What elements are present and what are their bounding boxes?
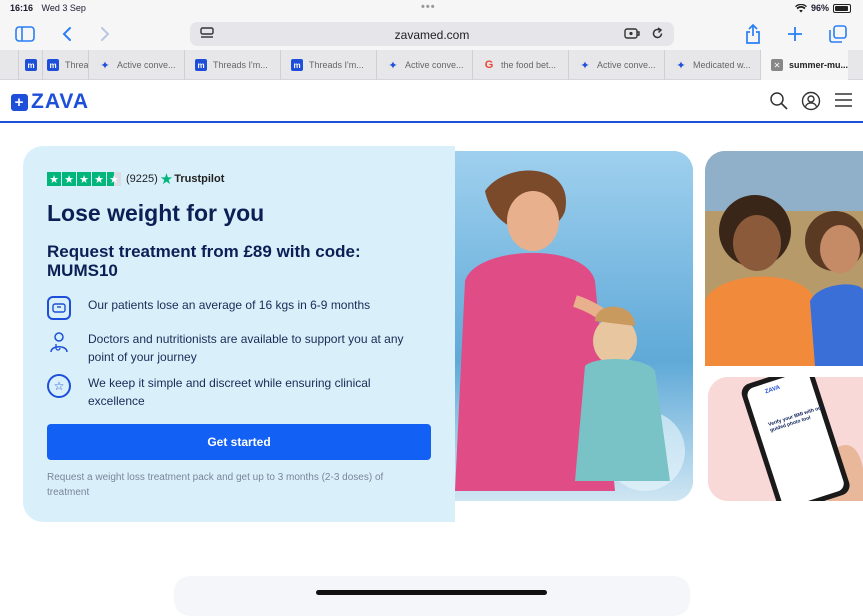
- tab-label: the food bet...: [501, 60, 557, 70]
- status-time-date: 16:16 Wed 3 Sep: [10, 3, 86, 13]
- wildbird-favicon-icon: ✦: [388, 59, 398, 72]
- close-tab-icon[interactable]: ✕: [771, 59, 783, 71]
- rating-half-star-icon: ★: [107, 172, 121, 186]
- tab-7[interactable]: ✦ Active conve...: [568, 50, 664, 80]
- menu-icon[interactable]: [834, 91, 853, 114]
- sidebar-icon[interactable]: [15, 24, 35, 44]
- reload-icon[interactable]: [651, 27, 664, 43]
- tab-label: summer-mu...: [789, 60, 848, 70]
- hero-photo-mother-child: [455, 151, 693, 501]
- cross-logo-icon: +: [11, 93, 28, 111]
- status-right: 96%: [794, 3, 851, 13]
- threads-favicon-icon: m: [195, 59, 207, 71]
- feature-text: Our patients lose an average of 16 kgs i…: [88, 298, 371, 312]
- hero-title: Lose weight for you: [47, 200, 265, 226]
- logo-text: ZAVA: [31, 90, 90, 113]
- extension-icon[interactable]: [624, 27, 640, 43]
- trustpilot-star-icon: ★: [159, 171, 174, 188]
- tab-0[interactable]: m: [18, 50, 42, 80]
- threads-favicon-icon: m: [291, 59, 303, 71]
- wildbird-favicon-icon: ✦: [580, 59, 590, 72]
- feature-text: We keep it simple and discreet while ens…: [88, 376, 371, 408]
- tab-5[interactable]: ✦ Active conve...: [376, 50, 472, 80]
- status-bar: 16:16 Wed 3 Sep ••• 96%: [0, 0, 863, 18]
- url-text: zavamed.com: [394, 28, 470, 42]
- forward-icon[interactable]: [95, 24, 115, 44]
- battery-icon: [833, 3, 851, 13]
- tab-label: Active conve...: [597, 60, 656, 70]
- tab-3[interactable]: m Threads I'm...: [184, 50, 280, 80]
- rating-count: (9225): [126, 173, 158, 185]
- share-icon[interactable]: [743, 24, 763, 44]
- google-favicon-icon: G: [484, 59, 494, 71]
- wifi-icon: [794, 3, 807, 12]
- browser-toolbar: zavamed.com: [0, 18, 863, 50]
- tab-4[interactable]: m Threads I'm...: [280, 50, 376, 80]
- tab-label: Threads I'm...: [213, 60, 268, 70]
- rating-star-icon: ★: [62, 172, 76, 186]
- get-started-button[interactable]: Get started: [47, 424, 431, 460]
- feature-item: ☆ We keep it simple and discreet while e…: [47, 374, 423, 410]
- search-icon[interactable]: [769, 91, 789, 116]
- tab-label: Threads I'm...: [309, 60, 364, 70]
- rating-star-icon: ★: [92, 172, 106, 186]
- threads-favicon-icon: m: [47, 59, 59, 71]
- status-time: 16:16: [10, 3, 34, 13]
- url-bar[interactable]: zavamed.com: [190, 22, 674, 46]
- tab-6[interactable]: Gthe food bet...: [472, 50, 568, 80]
- doctor-icon: [47, 330, 71, 354]
- tab-label: Active conve...: [405, 60, 464, 70]
- status-date: Wed 3 Sep: [41, 3, 86, 13]
- new-tab-icon[interactable]: [785, 24, 805, 44]
- home-indicator[interactable]: [316, 590, 547, 595]
- tab-label: Threa: [65, 60, 88, 70]
- tab-2[interactable]: ✦ Active conve...: [88, 50, 184, 80]
- wildbird-favicon-icon: ✦: [676, 59, 686, 72]
- multitasking-dots[interactable]: •••: [421, 1, 436, 13]
- battery-percent: 96%: [810, 3, 829, 13]
- tab-strip: m m Threa ✦ Active conve... m Threads I'm..…: [0, 50, 863, 80]
- rating-star-icon: ★: [77, 172, 91, 186]
- scale-icon: [47, 296, 71, 320]
- tab-label: Active conve...: [117, 60, 176, 70]
- star-badge-icon: ☆: [47, 374, 71, 398]
- next-section-card: [174, 576, 690, 616]
- back-icon[interactable]: [57, 24, 77, 44]
- hero-card: ★ ★ ★ ★ ★ (9225) ★ Trustpilot Lose weigh…: [23, 146, 455, 522]
- feature-item: Doctors and nutritionists are available …: [47, 330, 423, 366]
- feature-item: Our patients lose an average of 16 kgs i…: [47, 296, 423, 320]
- rating-star-icon: ★: [47, 172, 61, 186]
- feature-text: Doctors and nutritionists are available …: [88, 332, 404, 364]
- wildbird-favicon-icon: ✦: [100, 59, 110, 72]
- tab-overview-icon[interactable]: [828, 24, 848, 44]
- zava-logo[interactable]: + ZAVA: [11, 90, 89, 114]
- site-header: + ZAVA: [0, 80, 863, 123]
- tab-9-active[interactable]: ✕ summer-mu...: [760, 50, 848, 80]
- trustpilot-label: Trustpilot: [174, 173, 225, 185]
- account-icon[interactable]: [801, 91, 821, 116]
- tab-8[interactable]: ✦ Medicated w...: [664, 50, 760, 80]
- hero-subtitle: Request treatment from £89 with code: MU…: [47, 242, 361, 280]
- photo-friends-smiling: [705, 151, 863, 366]
- tab-label: Medicated w...: [693, 60, 751, 70]
- trustpilot-rating[interactable]: ★ ★ ★ ★ ★ (9225) ★ Trustpilot: [47, 170, 224, 188]
- tab-1[interactable]: m Threa: [42, 50, 88, 80]
- hero-note: Request a weight loss treatment pack and…: [47, 472, 384, 498]
- threads-favicon-icon: m: [25, 59, 37, 71]
- photo-phone-app: ZAVA Verify your BMI with our guided pho…: [708, 377, 863, 501]
